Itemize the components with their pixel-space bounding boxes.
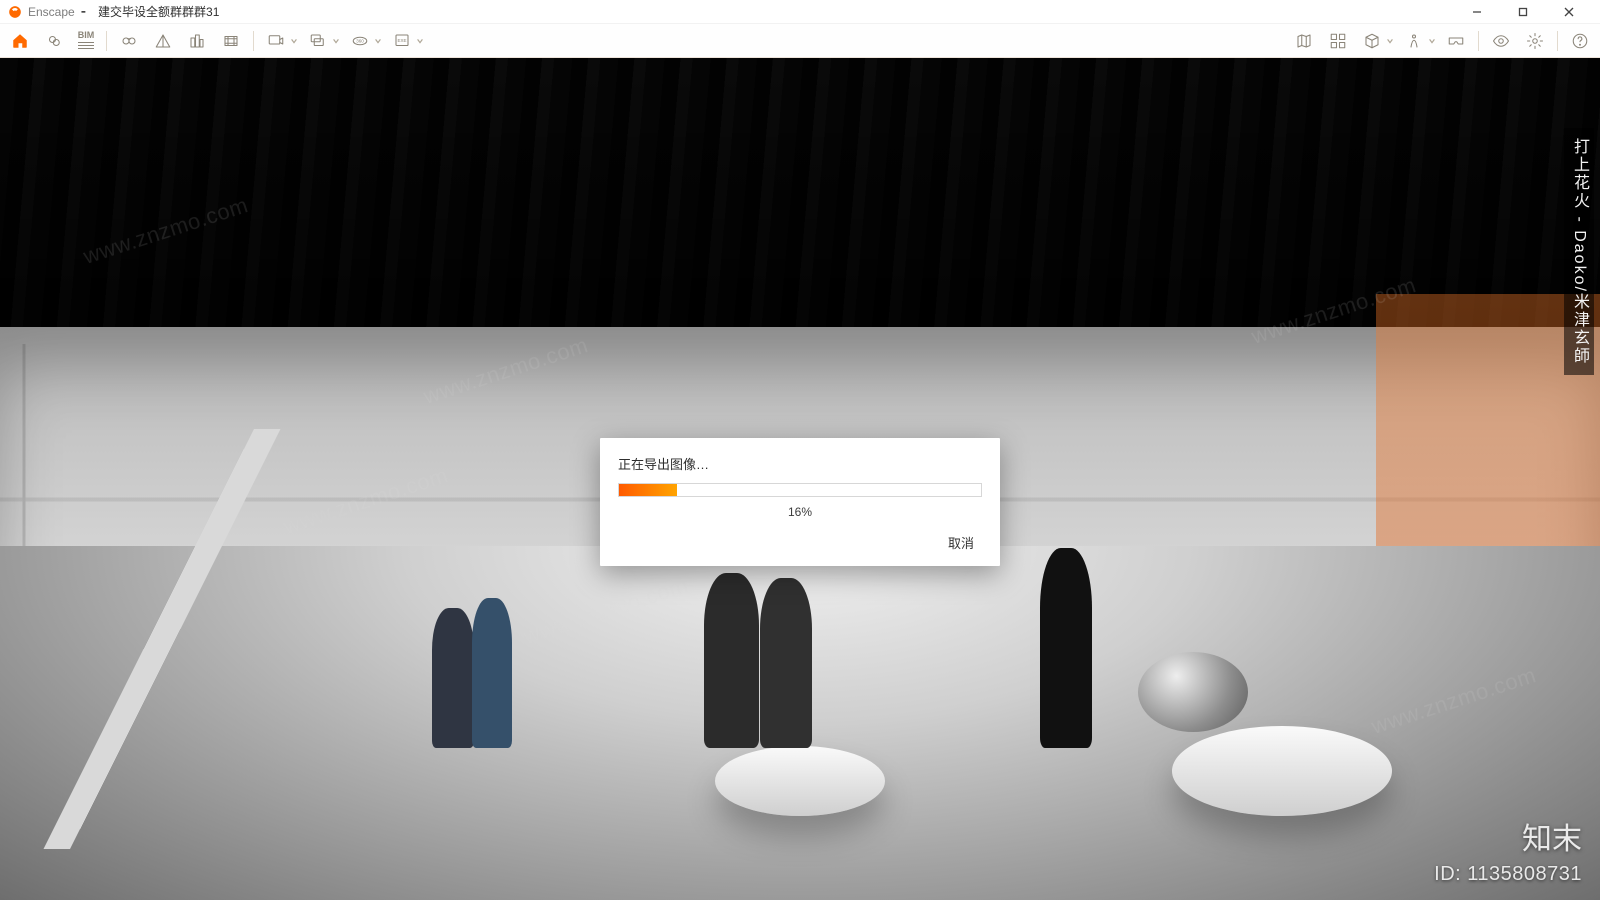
toolbar-separator: [1478, 31, 1479, 51]
main-toolbar: BIM 360 EXE: [0, 24, 1600, 58]
vr-headset-button[interactable]: [1440, 27, 1472, 55]
site-context-button[interactable]: [181, 27, 213, 55]
toolbar-separator: [253, 31, 254, 51]
dialog-title: 正在导出图像…: [618, 454, 982, 473]
walk-mode-button[interactable]: [1398, 27, 1430, 55]
cancel-button[interactable]: 取消: [940, 529, 982, 556]
maximize-button[interactable]: [1500, 0, 1546, 24]
export-progress-dialog: 正在导出图像… 16% 取消: [600, 438, 1000, 566]
general-settings-button[interactable]: [1519, 27, 1551, 55]
batch-render-button[interactable]: [302, 27, 334, 55]
progress-bar-fill: [619, 484, 677, 496]
window-controls: [1454, 0, 1592, 24]
video-path-button[interactable]: [215, 27, 247, 55]
favorite-views-button[interactable]: [38, 27, 70, 55]
progress-percent: 16%: [618, 505, 982, 519]
help-button[interactable]: [1564, 27, 1596, 55]
bim-lines-icon: [78, 42, 94, 49]
bim-label: BIM: [78, 30, 95, 40]
binoculars-button[interactable]: [113, 27, 145, 55]
close-button[interactable]: [1546, 0, 1592, 24]
document-title: 建交毕设全额群群群31: [98, 3, 219, 20]
site-brand-overlay: 知末: [1522, 814, 1582, 858]
home-button[interactable]: [4, 27, 36, 55]
progress-bar: [618, 483, 982, 497]
now-playing-caption: 打上花火 - Daoko/米津玄師: [1564, 128, 1594, 375]
minimize-button[interactable]: [1454, 0, 1500, 24]
panorama-360-button[interactable]: 360: [344, 27, 376, 55]
exe-standalone-button[interactable]: EXE: [386, 27, 418, 55]
minimap-button[interactable]: [1288, 27, 1320, 55]
svg-text:360: 360: [356, 38, 364, 43]
enscape-logo-icon: [8, 5, 22, 19]
app-name: Enscape: [28, 5, 75, 19]
toolbar-separator: [1557, 31, 1558, 51]
screenshot-button[interactable]: [260, 27, 292, 55]
app-brand: Enscape - 建交毕设全额群群群31: [8, 3, 219, 21]
asset-id-overlay: ID: 1135808731: [1434, 863, 1582, 886]
title-bar: Enscape - 建交毕设全额群群群31: [0, 0, 1600, 24]
camera-perspective-button[interactable]: [147, 27, 179, 55]
render-viewport[interactable]: www.znzmo.com www.znzmo.com www.znzmo.co…: [0, 58, 1600, 900]
title-separator: -: [81, 3, 86, 21]
cube-orbit-button[interactable]: [1356, 27, 1388, 55]
bim-manage-button[interactable]: BIM: [72, 27, 100, 55]
svg-text:EXE: EXE: [397, 37, 406, 42]
toolbar-separator: [106, 31, 107, 51]
asset-library-button[interactable]: [1322, 27, 1354, 55]
visual-settings-button[interactable]: [1485, 27, 1517, 55]
